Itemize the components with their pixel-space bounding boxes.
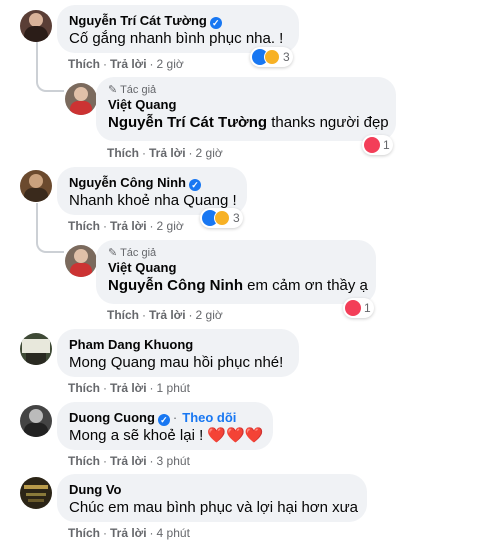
- separator: ·: [149, 219, 154, 233]
- reaction-summary[interactable]: 1: [343, 298, 374, 318]
- separator: ·: [142, 308, 146, 322]
- author-tag: Tác giả: [120, 84, 157, 96]
- like-button[interactable]: Thích: [107, 308, 139, 322]
- separator: ·: [149, 454, 154, 468]
- reply-button[interactable]: Trả lời: [110, 381, 147, 395]
- follow-button[interactable]: Theo dõi: [182, 410, 236, 425]
- separator: ·: [103, 381, 107, 395]
- author-badge-icon: ✎: [108, 84, 118, 96]
- verified-badge-icon: ✓: [157, 414, 170, 426]
- separator: ·: [103, 57, 107, 71]
- reaction-summary[interactable]: 1: [362, 135, 393, 155]
- like-button[interactable]: Thích: [68, 526, 100, 540]
- separator: ·: [188, 146, 193, 160]
- separator: ·: [149, 381, 154, 395]
- mention-link[interactable]: Nguyễn Trí Cát Tường: [108, 114, 267, 131]
- heart-icon: [364, 137, 380, 153]
- separator: ·: [142, 146, 146, 160]
- reaction-summary[interactable]: 3: [200, 208, 243, 228]
- commenter-name[interactable]: Việt Quang: [108, 260, 176, 275]
- thread-line: [36, 203, 64, 253]
- reaction-summary[interactable]: 3: [250, 47, 293, 67]
- author-badge-icon: ✎: [108, 247, 118, 259]
- reaction-count: 3: [283, 50, 290, 64]
- timestamp[interactable]: 1 phút: [157, 381, 190, 395]
- author-tag: Tác giả: [120, 247, 157, 259]
- thread-line: [36, 42, 64, 92]
- separator: ·: [103, 454, 107, 468]
- like-button[interactable]: Thích: [107, 146, 139, 160]
- reaction-count: 1: [364, 301, 371, 315]
- avatar[interactable]: [20, 10, 52, 42]
- comment-bubble: Dung Vo Chúc em mau bình phục và lợi hại…: [57, 474, 367, 522]
- avatar[interactable]: [20, 333, 52, 365]
- timestamp[interactable]: 2 giờ: [196, 146, 223, 160]
- comment-bubble: ✎ Tác giả Việt Quang Nguyễn Công Ninh em…: [96, 240, 376, 304]
- comment-text: Chúc em mau bình phục và lợi hại hơn xưa: [69, 499, 359, 516]
- comment-text: Mong Quang mau hồi phục nhé!: [69, 354, 284, 371]
- separator: ·: [188, 308, 193, 322]
- comment-bubble: Nguyễn Trí Cát Tường ✓ Cố gắng nhanh bình…: [57, 5, 299, 53]
- reply-button[interactable]: Trả lời: [110, 454, 147, 468]
- commenter-name[interactable]: Dung Vo: [69, 482, 121, 497]
- verified-badge-icon: ✓: [209, 17, 222, 29]
- like-button[interactable]: Thích: [68, 57, 100, 71]
- mention-link[interactable]: Nguyễn Công Ninh: [108, 277, 243, 294]
- separator: ·: [103, 526, 107, 540]
- reply-button[interactable]: Trả lời: [149, 146, 186, 160]
- like-button[interactable]: Thích: [68, 381, 100, 395]
- timestamp[interactable]: 2 giờ: [196, 308, 223, 322]
- timestamp[interactable]: 2 giờ: [157, 219, 184, 233]
- comment-text: em cảm ơn thầy ạ: [247, 277, 368, 294]
- heart-icon: [345, 300, 361, 316]
- reply-button[interactable]: Trả lời: [149, 308, 186, 322]
- like-button[interactable]: Thích: [68, 219, 100, 233]
- reaction-count: 3: [233, 211, 240, 225]
- timestamp[interactable]: 3 phút: [157, 454, 190, 468]
- commenter-name[interactable]: Nguyễn Trí Cát Tường: [69, 13, 207, 28]
- commenter-name[interactable]: Việt Quang: [108, 97, 176, 112]
- separator: ·: [172, 410, 178, 425]
- timestamp[interactable]: 2 giờ: [157, 57, 184, 71]
- timestamp[interactable]: 4 phút: [157, 526, 190, 540]
- comment-bubble: ✎ Tác giả Việt Quang Nguyễn Trí Cát Tườn…: [96, 77, 396, 141]
- commenter-name[interactable]: Nguyễn Công Ninh: [69, 175, 186, 190]
- like-button[interactable]: Thích: [68, 454, 100, 468]
- avatar[interactable]: [20, 405, 52, 437]
- comment-text: Cố gắng nhanh bình phục nha. !: [69, 30, 284, 47]
- commenter-name[interactable]: Duong Cuong: [69, 410, 155, 425]
- care-icon: [264, 49, 280, 65]
- comment-text: Mong a sẽ khoẻ lại ! ❤️❤️❤️: [69, 427, 264, 444]
- avatar[interactable]: [20, 170, 52, 202]
- reply-button[interactable]: Trả lời: [110, 219, 147, 233]
- commenter-name[interactable]: Pham Dang Khuong: [69, 337, 193, 352]
- avatar[interactable]: [65, 83, 97, 115]
- separator: ·: [149, 57, 154, 71]
- verified-badge-icon: ✓: [189, 179, 201, 191]
- reply-button[interactable]: Trả lời: [110, 526, 147, 540]
- reaction-count: 1: [383, 138, 390, 152]
- avatar[interactable]: [65, 245, 97, 277]
- separator: ·: [149, 526, 154, 540]
- separator: ·: [103, 219, 107, 233]
- avatar[interactable]: [20, 477, 52, 509]
- reply-button[interactable]: Trả lời: [110, 57, 147, 71]
- care-icon: [214, 210, 230, 226]
- comment-bubble: Duong Cuong ✓ · Theo dõi Mong a sẽ khoẻ lại…: [57, 402, 273, 450]
- comment-text: thanks người đẹp: [271, 114, 389, 131]
- comment-bubble: Pham Dang Khuong Mong Quang mau hồi phục…: [57, 329, 299, 377]
